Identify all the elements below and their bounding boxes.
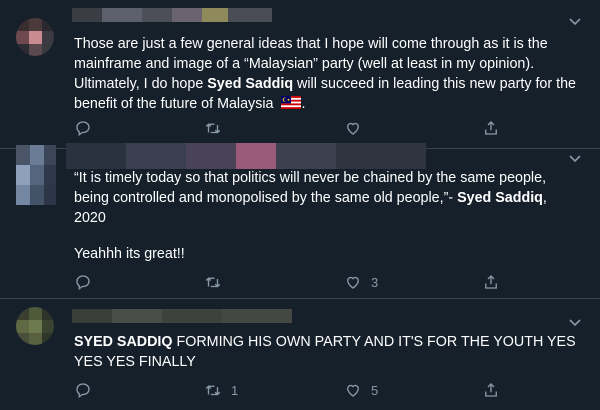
chevron-down-icon[interactable] (568, 315, 582, 329)
like-count: 3 (371, 274, 379, 290)
tweet-extra-text: Yeahhh its great!! (74, 246, 185, 262)
reply-button[interactable] (74, 272, 101, 292)
like-icon (347, 122, 359, 135)
like-button[interactable]: 5 (344, 380, 378, 400)
reply-icon (76, 121, 90, 137)
tweet-actions: 3 (74, 272, 497, 292)
tweet-1[interactable]: Those are just a few general ideas that … (0, 0, 600, 149)
blurred-username[interactable] (72, 8, 272, 22)
share-icon (485, 383, 497, 397)
tweet-3[interactable]: SYED SADDIQ FORMING HIS OWN PARTY AND IT… (0, 299, 600, 410)
avatar[interactable] (16, 307, 54, 345)
tweet-2[interactable]: “It is timely today so that politics wil… (0, 143, 600, 299)
reply-icon (76, 275, 90, 291)
retweet-icon (205, 123, 221, 134)
share-button[interactable] (482, 380, 500, 400)
like-count: 5 (371, 382, 379, 398)
tweet-text: SYED SADDIQ FORMING HIS OWN PARTY AND IT… (74, 334, 576, 370)
like-icon (347, 276, 359, 289)
share-button[interactable] (482, 272, 500, 292)
tweet-text: Those are just a few general ideas that … (74, 36, 576, 112)
share-button[interactable] (482, 118, 500, 138)
tweet-text: “It is timely today so that politics wil… (74, 170, 547, 226)
tweet-actions: 1 5 (74, 380, 497, 400)
retweet-button[interactable] (204, 118, 231, 138)
avatar[interactable] (16, 18, 54, 56)
retweet-count: 1 (231, 382, 239, 398)
reply-button[interactable] (74, 118, 101, 138)
mention-syed-saddiq[interactable]: Syed Saddiq (207, 76, 293, 92)
mention-syed-saddiq[interactable]: Syed Saddiq (457, 190, 543, 206)
like-icon (347, 384, 359, 397)
retweet-button[interactable]: 1 (204, 380, 238, 400)
like-button[interactable] (344, 118, 371, 138)
share-icon (485, 275, 497, 289)
chevron-down-icon[interactable] (568, 151, 582, 165)
avatar[interactable] (16, 145, 56, 205)
like-button[interactable]: 3 (344, 272, 378, 292)
retweet-icon (205, 277, 221, 288)
blurred-username[interactable] (72, 309, 292, 323)
retweet-button[interactable] (204, 272, 231, 292)
mention-syed-saddiq[interactable]: SYED SADDIQ (74, 334, 173, 350)
blurred-username[interactable] (66, 143, 426, 169)
reply-icon (76, 383, 90, 399)
malaysia-flag-icon (281, 96, 302, 109)
reply-button[interactable] (74, 380, 101, 400)
period: . (301, 96, 306, 112)
share-icon (485, 121, 497, 135)
chevron-down-icon[interactable] (568, 14, 582, 28)
tweet-actions (74, 118, 497, 138)
retweet-icon (205, 385, 221, 396)
